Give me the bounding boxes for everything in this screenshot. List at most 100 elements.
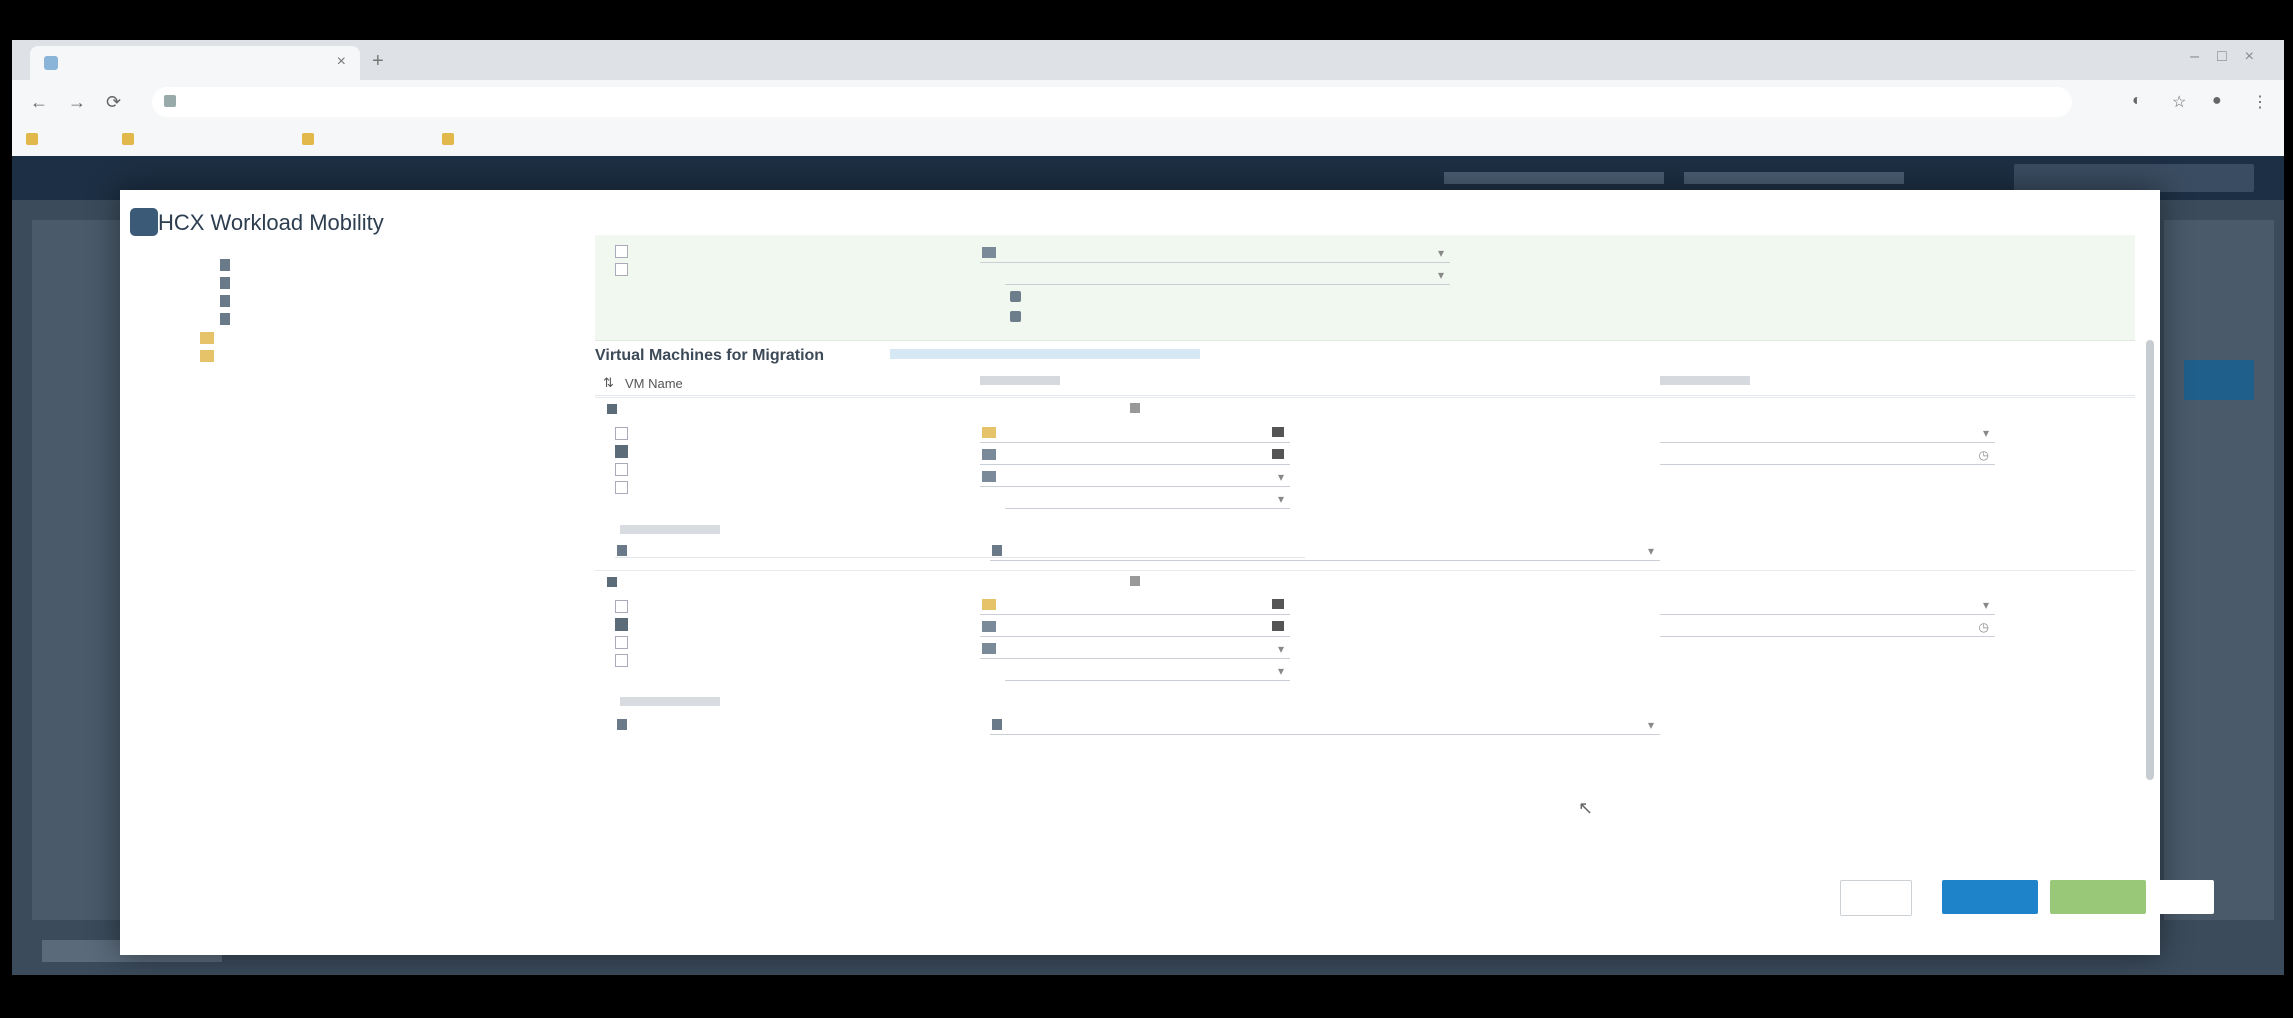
bookmark-item[interactable]: [442, 131, 460, 146]
profile-icon[interactable]: ●: [2212, 92, 2222, 110]
vm-option[interactable]: [615, 427, 638, 442]
option-upgrade-tools[interactable]: [615, 263, 638, 278]
checkbox[interactable]: [615, 600, 628, 613]
tree-item-vm[interactable]: [220, 275, 239, 290]
col-vm-name[interactable]: VM Name: [625, 376, 683, 391]
vm-option[interactable]: [615, 481, 638, 496]
storage-select[interactable]: ▾: [980, 467, 1290, 487]
tree-item-vm[interactable]: [220, 311, 239, 326]
folder-select[interactable]: [980, 595, 1290, 615]
schedule-field[interactable]: ◷: [1660, 445, 1995, 465]
checkbox[interactable]: [615, 427, 628, 440]
checkbox[interactable]: [615, 654, 628, 667]
back-nav-icon[interactable]: ←: [30, 92, 48, 113]
forward-nav-icon[interactable]: →: [68, 92, 86, 113]
tree-item-vm[interactable]: [220, 293, 239, 308]
vm-option[interactable]: [615, 618, 638, 633]
checkbox[interactable]: [615, 263, 628, 276]
header-account[interactable]: [1684, 172, 1904, 184]
policy-select[interactable]: ▾: [1005, 265, 1450, 285]
next-button[interactable]: [2050, 880, 2146, 914]
checkbox[interactable]: [615, 245, 628, 258]
vm-row[interactable]: [595, 397, 2135, 424]
window-controls[interactable]: –□×: [2190, 48, 2272, 66]
tree-item-folder[interactable]: [200, 348, 223, 363]
storage-format-select[interactable]: ▾: [980, 243, 1450, 263]
network-label: [620, 525, 720, 534]
network-icon: [617, 545, 627, 556]
finish-button[interactable]: [2154, 880, 2214, 914]
bookmarks-bar: [12, 124, 2284, 157]
url-field[interactable]: [152, 87, 2072, 117]
column-header-row: ⇅ VM Name: [595, 373, 2135, 396]
disk-icon: [982, 643, 996, 654]
chevron-down-icon: ▾: [1982, 426, 1989, 440]
expand-icon[interactable]: [607, 577, 617, 587]
browser-tab[interactable]: ×: [30, 46, 360, 80]
resource-select[interactable]: [980, 445, 1290, 465]
sort-icon[interactable]: ⇅: [603, 375, 614, 391]
expand-icon[interactable]: [607, 404, 617, 414]
folder-icon: [982, 427, 996, 438]
section-title: Virtual Machines for Migration: [595, 347, 825, 364]
bookmark-item[interactable]: [302, 131, 320, 146]
checkbox-checked[interactable]: [615, 445, 628, 458]
target-network-select[interactable]: ▾: [990, 541, 1660, 561]
search-input[interactable]: [2014, 164, 2254, 192]
reconfigure-link[interactable]: [1010, 309, 1029, 324]
lock-icon: [164, 95, 176, 107]
storage-select[interactable]: ▾: [980, 639, 1290, 659]
vm-row[interactable]: [595, 570, 2135, 597]
browse-icon[interactable]: [1272, 449, 1284, 459]
checkbox[interactable]: [615, 636, 628, 649]
bookmark-item[interactable]: [122, 131, 140, 146]
browse-icon[interactable]: [1272, 599, 1284, 609]
tree-item-folder[interactable]: [200, 330, 223, 345]
extension-icon[interactable]: ◐: [2132, 92, 2142, 110]
cancel-button[interactable]: [1840, 880, 1912, 916]
checkbox[interactable]: [615, 481, 628, 494]
network-label: [620, 697, 720, 706]
star-icon[interactable]: ☆: [2172, 92, 2186, 112]
vm-icon: [220, 295, 230, 307]
vm-option[interactable]: [615, 654, 638, 669]
migration-type-select[interactable]: ▾: [1660, 595, 1995, 615]
header-user[interactable]: [1444, 172, 1664, 184]
menu-icon[interactable]: ⋮: [2252, 92, 2268, 112]
favicon-icon: [44, 56, 58, 70]
checkbox[interactable]: [615, 463, 628, 476]
vm-option[interactable]: [615, 600, 638, 615]
schedule-field[interactable]: ◷: [1660, 617, 1995, 637]
folder-icon: [200, 332, 214, 344]
format-select[interactable]: ▾: [1005, 489, 1290, 509]
col-placement[interactable]: [1660, 376, 1750, 385]
vm-option[interactable]: [615, 445, 638, 460]
close-tab-icon[interactable]: ×: [337, 53, 346, 71]
target-network-select[interactable]: ▾: [990, 715, 1660, 735]
tree-item-vm[interactable]: [220, 257, 239, 272]
migration-type-select[interactable]: ▾: [1660, 423, 1995, 443]
resource-select[interactable]: [980, 617, 1290, 637]
chip-icon: [1130, 403, 1140, 413]
schedule-icon[interactable]: ◷: [1979, 446, 1989, 465]
vm-option[interactable]: [615, 636, 638, 651]
schedule-icon[interactable]: ◷: [1979, 618, 1989, 637]
col-transfer[interactable]: [980, 376, 1060, 385]
browse-icon[interactable]: [1272, 427, 1284, 437]
new-tab-icon[interactable]: +: [372, 50, 384, 73]
reload-icon[interactable]: ⟳: [106, 92, 121, 113]
format-select[interactable]: ▾: [1005, 661, 1290, 681]
vm-icon: [220, 277, 230, 289]
option-upgrade-hw[interactable]: [615, 245, 638, 260]
section-subtitle-link[interactable]: [890, 349, 1200, 359]
folder-icon: [302, 133, 314, 145]
host-icon: [982, 449, 996, 460]
folder-select[interactable]: [980, 423, 1290, 443]
checkbox-checked[interactable]: [615, 618, 628, 631]
browse-icon[interactable]: [1272, 621, 1284, 631]
vm-option[interactable]: [615, 463, 638, 478]
network-mapping-link[interactable]: [1010, 289, 1029, 304]
scrollbar[interactable]: [2146, 340, 2154, 780]
back-button[interactable]: [1942, 880, 2038, 914]
bookmark-apps[interactable]: [26, 131, 44, 146]
